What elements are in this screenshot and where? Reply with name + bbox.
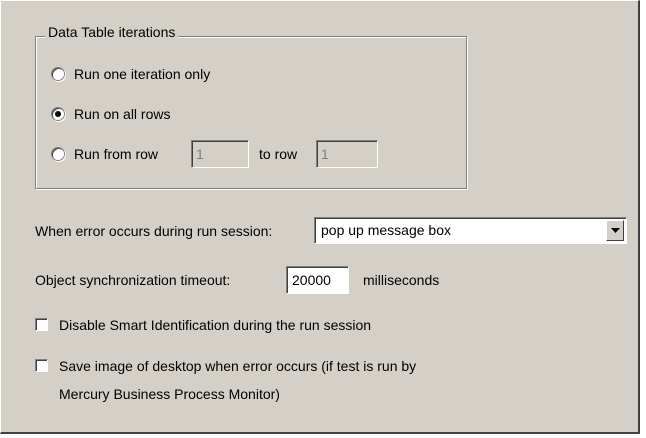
to-row-label: to row <box>259 146 298 162</box>
disable-smart-id-label: Disable Smart Identification during the … <box>59 317 372 333</box>
radio-run-one-iteration[interactable]: Run one iteration only <box>51 64 210 84</box>
error-action-value: pop up message box <box>321 222 451 238</box>
radio-label: Run on all rows <box>74 106 171 122</box>
chevron-down-icon <box>610 227 620 233</box>
radio-button-selected[interactable] <box>51 107 65 121</box>
disable-smart-id-checkbox[interactable] <box>35 318 48 331</box>
radio-button[interactable] <box>51 147 65 161</box>
sync-timeout-unit: milliseconds <box>363 272 440 288</box>
sync-timeout-input[interactable] <box>286 266 349 294</box>
group-title: Data Table iterations <box>45 23 179 41</box>
radio-label: Run from row <box>74 146 159 162</box>
radio-run-from-row[interactable]: Run from row <box>51 144 158 164</box>
radio-label: Run one iteration only <box>74 66 211 82</box>
save-desktop-image-label-line1: Save image of desktop when error occurs … <box>59 358 417 374</box>
save-desktop-image-label-line2: Mercury Business Process Monitor) <box>59 386 280 402</box>
save-desktop-image-checkbox[interactable] <box>35 359 48 372</box>
from-row-input[interactable] <box>191 140 249 168</box>
error-action-label: When error occurs during run session: <box>35 223 273 239</box>
run-settings-panel: Data Table iterations Run one iteration … <box>0 0 640 434</box>
radio-run-all-rows[interactable]: Run on all rows <box>51 104 171 124</box>
radio-button[interactable] <box>51 67 65 81</box>
dropdown-arrow-button[interactable] <box>606 220 624 241</box>
error-action-select[interactable]: pop up message box <box>314 217 627 244</box>
radio-dot-icon <box>55 111 61 117</box>
to-row-input[interactable] <box>316 140 378 168</box>
sync-timeout-label: Object synchronization timeout: <box>35 272 231 288</box>
